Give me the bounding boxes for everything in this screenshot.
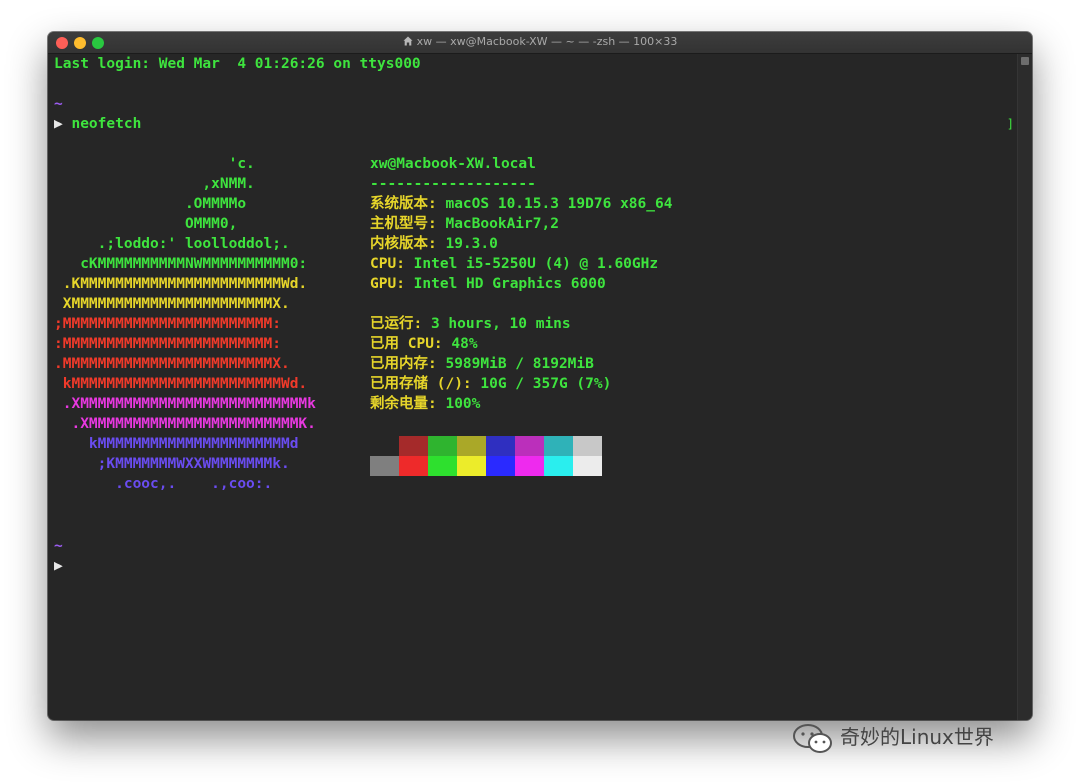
window-title-text: xw — xw@Macbook-XW — ~ — -zsh — 100×33: [416, 35, 678, 48]
color-swatch: [515, 436, 544, 456]
prompt-cwd: ~: [54, 96, 63, 112]
info-key: 内核版本: [370, 236, 428, 252]
logo-line: kMMMMMMMMMMMMMMMMMMMMMMMMWd.: [54, 376, 308, 392]
logo-line: ;MMMMMMMMMMMMMMMMMMMMMMMM:: [54, 316, 281, 332]
info-value: 5989MiB / 8192MiB: [445, 356, 594, 372]
command-text: neofetch: [71, 116, 142, 132]
info-key: 已用内存: [370, 356, 428, 372]
info-row: 已运行: 3 hours, 10 mins: [370, 314, 770, 334]
color-swatch: [486, 456, 515, 476]
host-line: xw@Macbook-XW.local: [370, 156, 536, 172]
info-value: 48%: [451, 336, 478, 352]
info-row: 已用内存: 5989MiB / 8192MiB: [370, 354, 770, 374]
info-separator: :: [413, 316, 431, 332]
color-swatch: [544, 436, 573, 456]
info-key: 剩余电量: [370, 396, 428, 412]
info-key: 已运行: [370, 316, 414, 332]
info-row: 主机型号: MacBookAir7,2: [370, 214, 770, 234]
info-value: Intel HD Graphics 6000: [413, 276, 606, 292]
info-row: 内核版本: 19.3.0: [370, 234, 770, 254]
logo-line: .;loddo:' loolloddol;.: [54, 236, 290, 252]
prompt-cwd-2: ~: [54, 538, 63, 554]
info-row: 已用存储 (/): 10G / 357G (7%): [370, 374, 770, 394]
info-value: MacBookAir7,2: [445, 216, 559, 232]
scroll-thumb[interactable]: [1021, 57, 1029, 65]
color-swatch: [544, 456, 573, 476]
color-swatch: [457, 456, 486, 476]
command-line: ▶ neofetch: [54, 114, 141, 134]
color-swatch: [370, 436, 399, 456]
color-swatch: [428, 436, 457, 456]
logo-line: .cooc,. .,coo:.: [54, 476, 273, 492]
color-swatch: [457, 436, 486, 456]
watermark-text: 奇妙的Linux世界: [840, 725, 994, 749]
info-row: 系统版本: macOS 10.15.3 19D76 x86_64: [370, 194, 770, 214]
info-row: GPU: Intel HD Graphics 6000: [370, 274, 770, 294]
info-row: CPU: Intel i5-5250U (4) @ 1.60GHz: [370, 254, 770, 274]
host-separator: -------------------: [370, 176, 536, 192]
logo-line: OMMM0,: [54, 216, 238, 232]
neofetch-info: xw@Macbook-XW.local ------------------- …: [370, 154, 770, 414]
logo-line: :MMMMMMMMMMMMMMMMMMMMMMMM:: [54, 336, 281, 352]
scrollbar[interactable]: [1017, 54, 1032, 720]
info-key: CPU: [370, 256, 397, 272]
info-row: 剩余电量: 100%: [370, 394, 770, 414]
window-title: xw — xw@Macbook-XW — ~ — -zsh — 100×33: [48, 35, 1032, 48]
color-swatch: [573, 436, 602, 456]
logo-line: kMMMMMMMMMMMMMMMMMMMMMMd: [54, 436, 299, 452]
last-login-line: Last login: Wed Mar 4 01:26:26 on ttys00…: [54, 56, 421, 72]
logo-line: .XMMMMMMMMMMMMMMMMMMMMMMMMMMk: [54, 396, 316, 412]
info-row: [370, 294, 770, 314]
info-value: macOS 10.15.3 19D76 x86_64: [445, 196, 673, 212]
info-separator: :: [396, 276, 414, 292]
logo-line: .OMMMMo: [54, 196, 247, 212]
logo-line: 'c.: [54, 156, 255, 172]
color-palette: [370, 436, 602, 476]
title-bar[interactable]: xw — xw@Macbook-XW — ~ — -zsh — 100×33: [48, 32, 1032, 54]
prompt-symbol: ▶: [54, 116, 63, 132]
logo-line: .MMMMMMMMMMMMMMMMMMMMMMMMX.: [54, 356, 290, 372]
info-key: 系统版本: [370, 196, 428, 212]
info-value: 10G / 357G (7%): [480, 376, 612, 392]
terminal-marker: ]: [1006, 117, 1014, 131]
info-separator: :: [396, 256, 414, 272]
logo-line: cKMMMMMMMMMMNWMMMMMMMMMM0:: [54, 256, 308, 272]
info-key: GPU: [370, 276, 397, 292]
watermark: 奇妙的Linux世界: [792, 722, 994, 753]
info-key: 已用 CPU: [370, 336, 434, 352]
logo-line: .XMMMMMMMMMMMMMMMMMMMMMMMMK.: [54, 416, 316, 432]
info-value: 19.3.0: [445, 236, 498, 252]
logo-line: .KMMMMMMMMMMMMMMMMMMMMMMMWd.: [54, 276, 308, 292]
info-value: 3 hours, 10 mins: [430, 316, 571, 332]
color-swatch: [399, 436, 428, 456]
logo-line: ;KMMMMMMMWXXWMMMMMMMk.: [54, 456, 290, 472]
info-separator: :: [433, 336, 452, 352]
neofetch-apple-logo: 'c. ,xNMM. .OMMMMo OMMM0, .;loddo:' lool…: [54, 154, 354, 494]
prompt-symbol-2: ▶: [54, 558, 63, 574]
color-swatch: [370, 456, 399, 476]
logo-line: ,xNMM.: [54, 176, 255, 192]
terminal-window: xw — xw@Macbook-XW — ~ — -zsh — 100×33 L…: [48, 32, 1032, 720]
info-separator: :: [428, 196, 446, 212]
info-value: Intel i5-5250U (4) @ 1.60GHz: [413, 256, 659, 272]
logo-line: XMMMMMMMMMMMMMMMMMMMMMMMX.: [54, 296, 290, 312]
color-swatch: [486, 436, 515, 456]
info-value: 100%: [445, 396, 481, 412]
color-swatch: [573, 456, 602, 476]
info-separator: :: [428, 356, 446, 372]
info-separator: :: [428, 396, 446, 412]
wechat-icon: [793, 723, 832, 753]
info-key: 主机型号: [370, 216, 428, 232]
info-row: 已用 CPU: 48%: [370, 334, 770, 354]
info-separator: :: [462, 376, 481, 392]
info-key: 已用存储 (/): [370, 376, 463, 392]
home-icon: [403, 36, 413, 46]
color-swatch: [399, 456, 428, 476]
info-separator: :: [428, 236, 446, 252]
info-separator: :: [428, 216, 446, 232]
color-swatch: [515, 456, 544, 476]
terminal-output[interactable]: Last login: Wed Mar 4 01:26:26 on ttys00…: [48, 54, 1018, 720]
color-swatch: [428, 456, 457, 476]
